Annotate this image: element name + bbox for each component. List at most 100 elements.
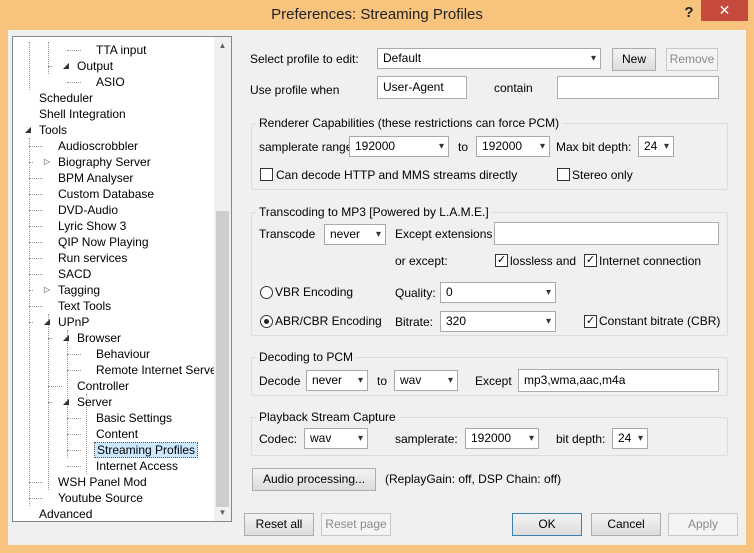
tree-item[interactable]: Controller	[75, 378, 131, 394]
tree-item[interactable]: BPM Analyser	[56, 170, 135, 186]
bitrate-select[interactable]: 320 ▾	[440, 311, 556, 332]
chevron-down-icon: ▾	[357, 375, 363, 386]
select-profile-label: Select profile to edit:	[250, 52, 359, 66]
contain-field[interactable]	[557, 76, 719, 99]
tree-item[interactable]: Tagging	[56, 282, 102, 298]
vbr-encoding-radio[interactable]	[260, 286, 273, 299]
tree-item[interactable]: Output	[75, 58, 115, 74]
tree-item-label: Shell Integration	[39, 107, 126, 121]
except-extensions-field[interactable]	[494, 222, 719, 245]
tree-item[interactable]: Youtube Source	[56, 490, 145, 506]
tree-item[interactable]: QIP Now Playing	[56, 234, 151, 250]
scroll-thumb[interactable]	[216, 211, 229, 507]
constant-bitrate-checkbox[interactable]: ✓	[584, 315, 597, 328]
tree-connector	[29, 178, 43, 179]
tree-item[interactable]: WSH Panel Mod	[56, 474, 149, 490]
reset-page-button[interactable]: Reset page	[321, 513, 391, 536]
decode-except-field[interactable]: mp3,wma,aac,m4a	[518, 369, 719, 392]
tree-connector	[29, 242, 43, 243]
tree-item[interactable]: Lyric Show 3	[56, 218, 128, 234]
max-bit-depth-select[interactable]: 24 ▾	[638, 136, 674, 157]
samplerate-from-select[interactable]: 192000 ▾	[349, 136, 449, 157]
tree-item[interactable]: Biography Server	[56, 154, 153, 170]
stereo-only-label[interactable]: Stereo only	[572, 168, 633, 182]
tree-item[interactable]: Custom Database	[56, 186, 156, 202]
tree-item[interactable]: Behaviour	[94, 346, 152, 362]
lossless-checkbox[interactable]: ✓	[495, 254, 508, 267]
abr-cbr-encoding-label[interactable]: ABR/CBR Encoding	[275, 314, 382, 328]
tree-item[interactable]: Text Tools	[56, 298, 113, 314]
tree-item[interactable]: Remote Internet Servers	[94, 362, 229, 378]
internet-connection-label[interactable]: Internet connection	[599, 254, 701, 268]
lossless-label[interactable]: lossless and	[510, 254, 576, 268]
tree-item[interactable]: ASIO	[94, 74, 127, 90]
collapse-arrow-icon[interactable]: ◢	[61, 394, 71, 410]
http-mms-checkbox[interactable]	[260, 168, 273, 181]
tree-item[interactable]: DVD-Audio	[56, 202, 120, 218]
tree-item[interactable]: Content	[94, 426, 140, 442]
tree-connector	[67, 434, 81, 435]
tree-item[interactable]: Tools	[37, 122, 69, 138]
scroll-up-icon[interactable]: ▲	[214, 37, 231, 54]
tree-scrollbar[interactable]: ▲ ▼	[214, 37, 231, 521]
tree-item[interactable]: Server	[75, 394, 114, 410]
collapse-arrow-icon[interactable]: ◢	[23, 122, 33, 138]
tree-item-label: Text Tools	[58, 299, 112, 313]
tree-item[interactable]: TTA input	[94, 42, 148, 58]
capture-samplerate-select[interactable]: 192000 ▾	[465, 428, 539, 449]
tree-item[interactable]: SACD	[56, 266, 93, 282]
tree-item[interactable]: UPnP	[56, 314, 91, 330]
tree-item[interactable]: Audioscrobbler	[56, 138, 140, 154]
chevron-down-icon: ▾	[545, 287, 551, 298]
remove-profile-button[interactable]: Remove	[666, 48, 718, 71]
vbr-encoding-label[interactable]: VBR Encoding	[275, 285, 353, 299]
tree-connector	[29, 498, 43, 499]
tree-item-label: Scheduler	[39, 91, 94, 105]
constant-bitrate-label[interactable]: Constant bitrate (CBR)	[599, 314, 720, 328]
help-button[interactable]: ?	[676, 2, 702, 24]
capture-bit-depth-select[interactable]: 24 ▾	[612, 428, 648, 449]
audio-processing-status: (ReplayGain: off, DSP Chain: off)	[385, 472, 562, 486]
tree-item[interactable]: Internet Access	[94, 458, 180, 474]
decode-select[interactable]: never ▾	[306, 370, 368, 391]
tree-item[interactable]: Basic Settings	[94, 410, 174, 426]
tree-item[interactable]: Run services	[56, 250, 129, 266]
new-profile-button[interactable]: New	[612, 48, 656, 71]
tree-item[interactable]: Advanced	[37, 506, 94, 521]
tree-item-label: TTA input	[96, 43, 147, 57]
profile-select-value: Default	[383, 51, 422, 65]
tree-item[interactable]: Shell Integration	[37, 106, 128, 122]
tree-item[interactable]: Streaming Profiles	[94, 442, 199, 458]
preferences-tree[interactable]: TTA input Output ◢ ASIO Scheduler Shell Integ…	[12, 36, 232, 522]
http-mms-label[interactable]: Can decode HTTP and MMS streams directly	[276, 168, 517, 182]
reset-all-button[interactable]: Reset all	[244, 513, 314, 536]
tree-item[interactable]: Scheduler	[37, 90, 95, 106]
decode-to-value: wav	[400, 373, 422, 387]
transcode-select[interactable]: never ▾	[324, 224, 386, 245]
collapse-arrow-icon[interactable]: ◢	[61, 58, 71, 74]
close-button[interactable]: ✕	[701, 0, 748, 21]
cancel-button[interactable]: Cancel	[591, 513, 661, 536]
expand-arrow-icon[interactable]: ▷	[42, 154, 52, 170]
internet-connection-checkbox[interactable]: ✓	[584, 254, 597, 267]
tree-item-label: Youtube Source	[58, 491, 143, 505]
expand-arrow-icon[interactable]: ▷	[42, 282, 52, 298]
abr-cbr-encoding-radio[interactable]	[260, 315, 273, 328]
audio-processing-button[interactable]: Audio processing...	[252, 468, 376, 491]
stereo-only-checkbox[interactable]	[557, 168, 570, 181]
profile-select[interactable]: Default ▾	[377, 48, 601, 69]
capture-bit-depth-value: 24	[618, 431, 632, 445]
ok-button[interactable]: OK	[512, 513, 582, 536]
samplerate-to-select[interactable]: 192000 ▾	[476, 136, 550, 157]
codec-select[interactable]: wav ▾	[304, 428, 368, 449]
user-agent-field[interactable]: User-Agent	[377, 76, 467, 99]
codec-label: Codec:	[259, 432, 298, 446]
collapse-arrow-icon[interactable]: ◢	[61, 330, 71, 346]
scroll-down-icon[interactable]: ▼	[214, 504, 231, 521]
quality-select[interactable]: 0 ▾	[440, 282, 556, 303]
collapse-arrow-icon[interactable]: ◢	[42, 314, 52, 330]
tree-item[interactable]: Browser	[75, 330, 123, 346]
tree-item-label: QIP Now Playing	[58, 235, 149, 249]
apply-button[interactable]: Apply	[668, 513, 738, 536]
decode-to-select[interactable]: wav ▾	[394, 370, 458, 391]
